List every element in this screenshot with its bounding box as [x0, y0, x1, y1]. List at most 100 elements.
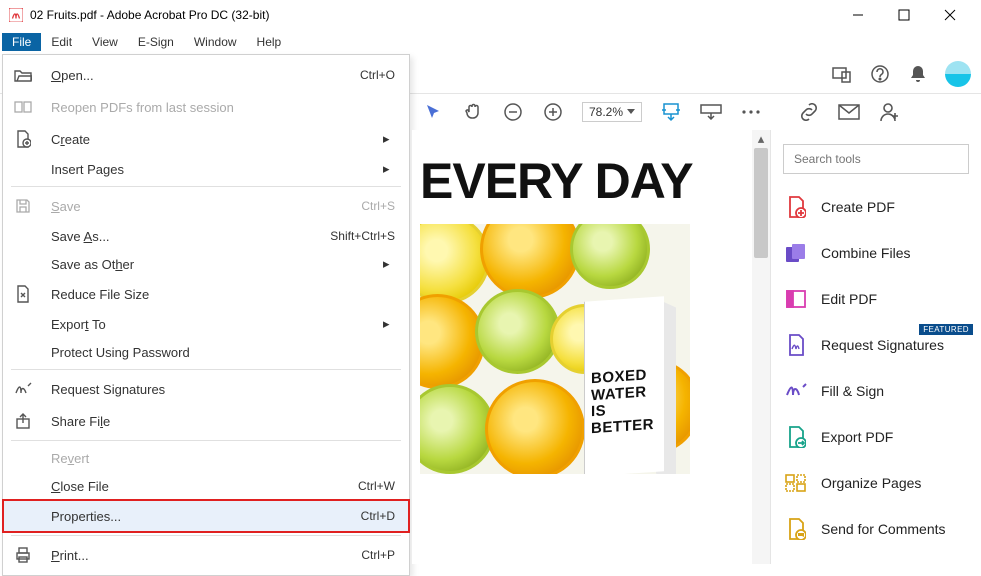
file-menu-save-other-label: Save as Other: [35, 257, 383, 272]
tool-organize-pages[interactable]: Organize Pages: [771, 460, 981, 506]
zoom-out-icon[interactable]: [502, 101, 524, 123]
select-icon[interactable]: [422, 101, 444, 123]
menu-separator: [11, 535, 401, 536]
titlebar: 02 Fruits.pdf - Adobe Acrobat Pro DC (32…: [0, 0, 981, 30]
signature-icon: [11, 382, 35, 396]
file-menu-export-label: Export To: [35, 317, 383, 332]
menu-separator: [11, 186, 401, 187]
chevron-down-icon: [627, 109, 635, 115]
file-menu-share-label: Share File: [35, 414, 395, 429]
document-image: BOXED WATER IS BETTER: [420, 224, 690, 474]
chevron-right-icon: ▸: [383, 131, 395, 147]
scroll-thumb[interactable]: [754, 148, 768, 258]
file-menu-revert-label: Revert: [35, 451, 395, 466]
bell-icon[interactable]: [907, 63, 929, 85]
menu-view[interactable]: View: [82, 33, 128, 51]
menu-window[interactable]: Window: [184, 33, 247, 51]
send-comments-icon: [785, 518, 807, 540]
tool-create-pdf[interactable]: Create PDF: [771, 184, 981, 230]
file-menu-save-other[interactable]: Save as Other ▸: [3, 250, 409, 278]
tool-label: Fill & Sign: [821, 383, 884, 399]
menu-edit[interactable]: Edit: [41, 33, 82, 51]
fill-sign-icon: [785, 380, 807, 402]
tool-label: Combine Files: [821, 245, 910, 261]
tools-panel: Create PDF Combine Files Edit PDF FEATUR…: [770, 130, 981, 564]
menubar: File Edit View E-Sign Window Help: [0, 30, 981, 54]
menu-esign[interactable]: E-Sign: [128, 33, 184, 51]
folder-open-icon: [11, 68, 35, 82]
fit-width-icon[interactable]: [660, 101, 682, 123]
minimize-button[interactable]: [835, 0, 881, 30]
file-menu-close[interactable]: Close File Ctrl+W: [3, 472, 409, 500]
mail-icon[interactable]: [838, 101, 860, 123]
file-menu-reduce[interactable]: Reduce File Size: [3, 278, 409, 310]
maximize-button[interactable]: [881, 0, 927, 30]
file-menu-save-label: Save: [35, 199, 361, 214]
zoom-value: 78.2%: [589, 105, 623, 119]
file-menu-properties-label: Properties...: [35, 509, 361, 524]
hand-icon[interactable]: [462, 101, 484, 123]
file-menu-export[interactable]: Export To ▸: [3, 310, 409, 338]
tool-export-pdf[interactable]: Export PDF: [771, 414, 981, 460]
more-icon[interactable]: [740, 101, 762, 123]
menu-file[interactable]: File: [2, 33, 41, 51]
request-signatures-icon: [785, 334, 807, 356]
file-menu-request-signatures[interactable]: Request Signatures: [3, 373, 409, 405]
file-menu-close-label: Close File: [35, 479, 358, 494]
help-icon[interactable]: [869, 63, 891, 85]
tool-label: Send for Comments: [821, 521, 946, 537]
vertical-scrollbar[interactable]: ▴: [752, 130, 770, 564]
avatar[interactable]: [945, 61, 971, 87]
file-menu-create[interactable]: Create ▸: [3, 123, 409, 155]
file-menu-create-label: Create: [35, 132, 383, 147]
organize-pages-icon: [785, 472, 807, 494]
window-title: 02 Fruits.pdf - Adobe Acrobat Pro DC (32…: [30, 8, 835, 22]
document-area: ▴ EVERY DAY BOXED WATER IS BETTER: [412, 130, 770, 564]
file-menu-share[interactable]: Share File: [3, 405, 409, 437]
zoom-select[interactable]: 78.2%: [582, 102, 642, 122]
file-menu-print-label: Print...: [35, 548, 361, 563]
close-button[interactable]: [927, 0, 973, 30]
carton-graphic: BOXED WATER IS BETTER: [584, 296, 664, 474]
file-menu-revert: Revert: [3, 444, 409, 472]
file-menu-save-as[interactable]: Save As... Shift+Ctrl+S: [3, 222, 409, 250]
search-wrap: [771, 130, 981, 184]
tool-request-signatures[interactable]: FEATURED Request Signatures: [771, 322, 981, 368]
device-icon[interactable]: [831, 63, 853, 85]
file-menu-print[interactable]: Print... Ctrl+P: [3, 539, 409, 571]
tool-label: Edit PDF: [821, 291, 877, 307]
person-icon[interactable]: [878, 101, 900, 123]
file-menu-properties[interactable]: Properties... Ctrl+D: [3, 500, 409, 532]
menu-separator: [11, 440, 401, 441]
save-icon: [11, 198, 35, 214]
file-menu-open-label: Open...: [35, 68, 360, 83]
scroll-up-icon[interactable]: ▴: [752, 130, 770, 148]
share-icon: [11, 413, 35, 429]
tool-label: Organize Pages: [821, 475, 921, 491]
page-display-icon[interactable]: [700, 101, 722, 123]
tool-send-comments[interactable]: Send for Comments: [771, 506, 981, 552]
search-tools-input[interactable]: [783, 144, 969, 174]
file-menu-insert-pages[interactable]: Insert Pages ▸: [3, 155, 409, 183]
combine-files-icon: [785, 242, 807, 264]
chevron-right-icon: ▸: [383, 161, 395, 177]
tool-list: Create PDF Combine Files Edit PDF FEATUR…: [771, 184, 981, 564]
featured-badge: FEATURED: [919, 324, 973, 335]
pdf-page: EVERY DAY BOXED WATER IS BETTER: [420, 132, 740, 564]
create-icon: [11, 130, 35, 148]
link-icon[interactable]: [798, 101, 820, 123]
tool-edit-pdf[interactable]: Edit PDF: [771, 276, 981, 322]
chevron-right-icon: ▸: [383, 256, 395, 272]
tool-fill-sign[interactable]: Fill & Sign: [771, 368, 981, 414]
window-controls: [835, 0, 973, 30]
tool-combine-files[interactable]: Combine Files: [771, 230, 981, 276]
menu-help[interactable]: Help: [247, 33, 292, 51]
doc-toolbar: 78.2%: [412, 94, 910, 130]
tool-label: Export PDF: [821, 429, 893, 445]
create-pdf-icon: [785, 196, 807, 218]
file-menu-reopen: Reopen PDFs from last session: [3, 91, 409, 123]
file-menu-protect[interactable]: Protect Using Password: [3, 338, 409, 366]
chevron-right-icon: ▸: [383, 316, 395, 332]
zoom-in-icon[interactable]: [542, 101, 564, 123]
file-menu-open[interactable]: Open... Ctrl+O: [3, 59, 409, 91]
